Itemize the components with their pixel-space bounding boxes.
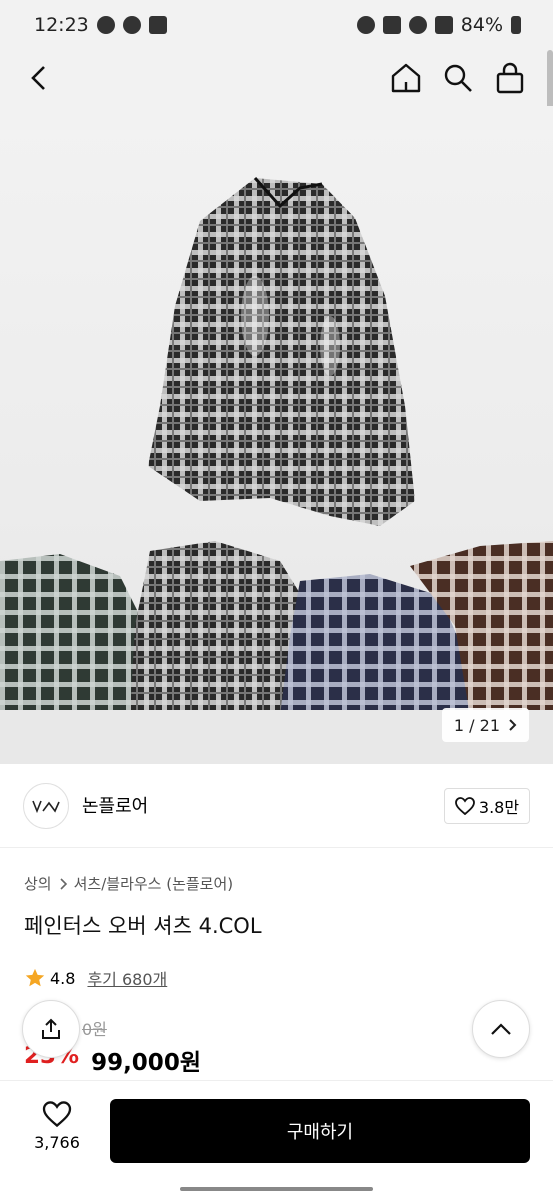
soccer-ball-icon xyxy=(96,16,115,34)
home-icon xyxy=(391,63,421,93)
search-icon xyxy=(444,64,472,92)
original-price: 0원 xyxy=(82,1020,107,1039)
wifi-icon xyxy=(408,16,427,34)
chevron-up-icon xyxy=(491,1023,511,1035)
breadcrumb: 상의 셔츠/블라우스 (논플로어) xyxy=(24,873,233,894)
home-indicator xyxy=(180,1187,373,1191)
share-icon xyxy=(42,1018,60,1039)
bottom-bar: 3,766 구매하기 xyxy=(0,1080,553,1178)
breadcrumb-category[interactable]: 상의 xyxy=(24,873,52,894)
heart-icon xyxy=(455,797,475,815)
signal-icon xyxy=(434,16,453,34)
buy-button[interactable]: 구매하기 xyxy=(110,1099,530,1163)
rating-value: 4.8 xyxy=(50,968,76,988)
pager-current: 1 xyxy=(453,715,465,735)
breadcrumb-subcategory[interactable]: 셔츠/블라우스 (논플로어) xyxy=(74,873,234,894)
battery-icon xyxy=(511,16,521,34)
brand-name[interactable]: 논플로어 xyxy=(82,792,148,818)
back-button[interactable] xyxy=(22,60,58,96)
product-photo xyxy=(0,177,553,764)
rating: 4.8 후기 680개 xyxy=(24,966,167,990)
shopping-bag-icon xyxy=(496,62,524,94)
product-title: 페인터스 오버 셔츠 4.COL xyxy=(24,914,262,938)
star-icon xyxy=(25,968,45,987)
wishlist-count: 3,766 xyxy=(34,1133,80,1152)
brand-like-count: 3.8만 xyxy=(478,798,520,817)
status-bar: 12:23 84% xyxy=(0,0,553,50)
image-pager[interactable]: 1 / 21 xyxy=(441,708,529,742)
product-image-carousel[interactable]: 1 / 21 xyxy=(0,106,553,764)
soccer-ball-icon xyxy=(122,16,141,34)
heart-icon xyxy=(42,1101,72,1127)
alarm-icon xyxy=(356,16,375,34)
image-icon xyxy=(148,16,167,34)
brand-like-button[interactable]: 3.8만 xyxy=(444,788,530,824)
review-link[interactable]: 후기 680개 xyxy=(87,966,167,990)
mute-icon xyxy=(382,16,401,34)
brand-logo[interactable] xyxy=(23,783,69,829)
pager-separator: / xyxy=(469,715,475,735)
cart-button[interactable] xyxy=(492,60,528,96)
top-nav xyxy=(0,50,553,106)
sale-price: 99,000원 xyxy=(91,1050,201,1076)
search-button[interactable] xyxy=(440,60,476,96)
status-left: 12:23 xyxy=(34,14,167,36)
scroll-top-button[interactable] xyxy=(472,1000,530,1058)
share-button[interactable] xyxy=(22,1000,80,1058)
chevron-right-icon xyxy=(509,719,517,731)
pager-text: 1 / 21 xyxy=(454,716,500,735)
clock: 12:23 xyxy=(34,14,89,36)
brand-logo-mark xyxy=(32,800,60,814)
chevron-right-icon xyxy=(60,877,67,890)
battery-percent: 84% xyxy=(460,14,503,36)
status-right: 84% xyxy=(356,14,521,36)
wishlist-button[interactable]: 3,766 xyxy=(22,1101,92,1152)
chevron-left-icon xyxy=(31,66,45,90)
pager-total: 21 xyxy=(479,715,500,735)
brand-row[interactable]: 논플로어 3.8만 xyxy=(0,764,553,848)
home-button[interactable] xyxy=(388,60,424,96)
